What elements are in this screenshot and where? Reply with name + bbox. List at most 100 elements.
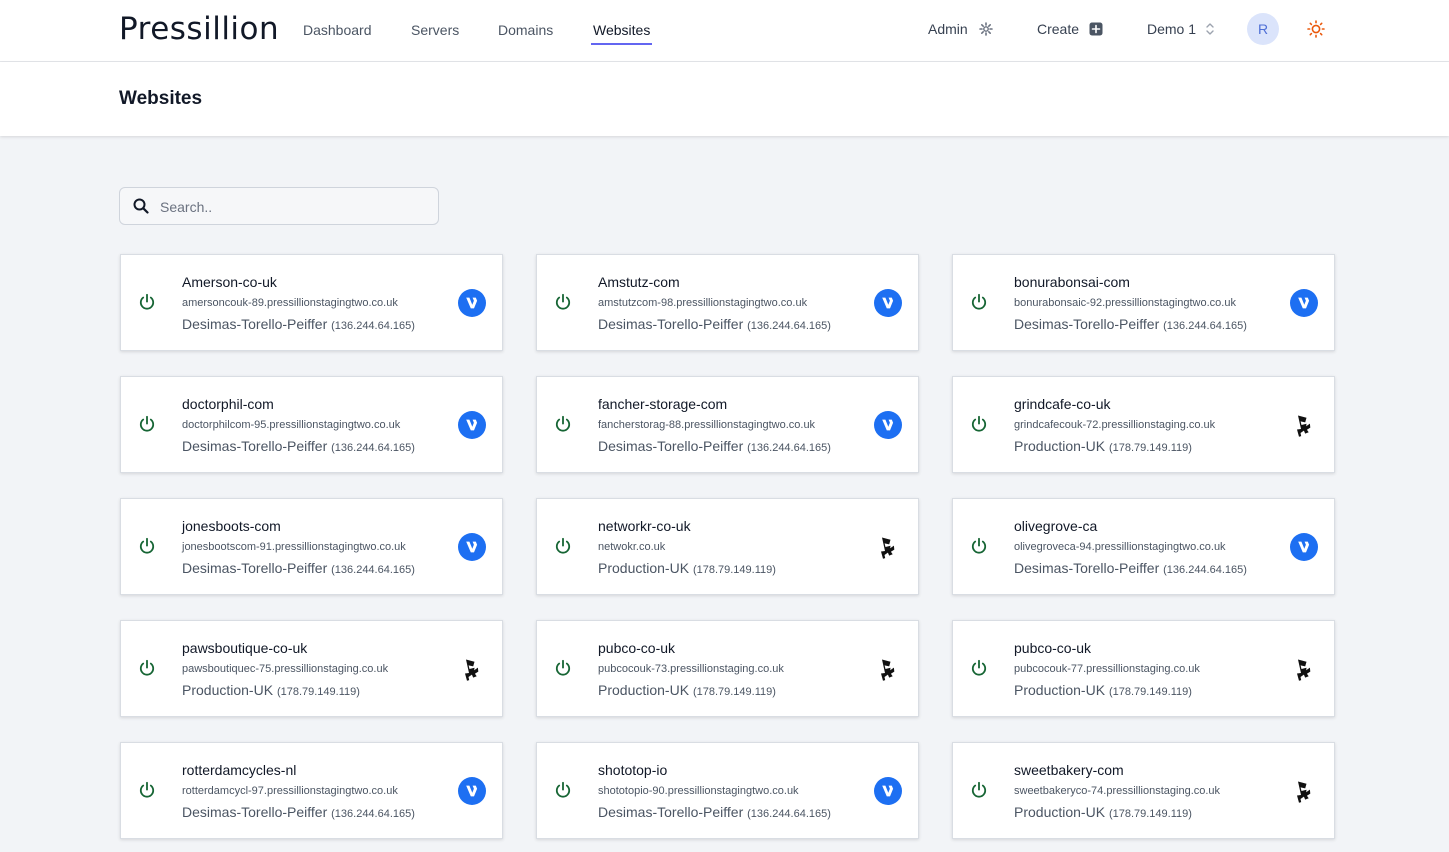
server-ip: (136.244.64.165) [331, 564, 415, 576]
server-ip: (136.244.64.165) [331, 320, 415, 332]
website-name[interactable]: pubco-co-uk [1014, 640, 1091, 656]
website-name[interactable]: doctorphil-com [182, 396, 274, 412]
website-card[interactable]: doctorphil-com doctorphilcom-95.pressilli… [120, 376, 503, 473]
website-name[interactable]: shototop-io [598, 762, 667, 778]
website-url: bonurabonsaic-92.pressillionstagingtwo.c… [1014, 297, 1236, 309]
website-name[interactable]: jonesboots-com [182, 518, 281, 534]
website-card[interactable]: networkr-co-uk netwokr.co.uk Production-UK… [536, 498, 919, 595]
power-icon[interactable] [138, 659, 156, 682]
server-info: Desimas-Torello-Peiffer (136.244.64.165) [598, 316, 831, 332]
website-name[interactable]: networkr-co-uk [598, 518, 691, 534]
website-name[interactable]: rotterdamcycles-nl [182, 762, 296, 778]
power-icon[interactable] [554, 659, 572, 682]
power-icon[interactable] [970, 659, 988, 682]
power-icon[interactable] [970, 537, 988, 560]
admin-menu[interactable]: Admin [928, 21, 968, 37]
power-icon[interactable] [138, 293, 156, 316]
vultr-icon [874, 411, 902, 444]
linode-icon [1290, 411, 1318, 444]
power-icon[interactable] [554, 293, 572, 316]
website-name[interactable]: sweetbakery-com [1014, 762, 1124, 778]
website-card[interactable]: olivegrove-ca olivegroveca-94.pressillion… [952, 498, 1335, 595]
server-ip: (136.244.64.165) [747, 808, 831, 820]
website-card[interactable]: shototop-io shototopio-90.pressillionstag… [536, 742, 919, 839]
sun-icon[interactable] [1307, 20, 1325, 43]
website-name[interactable]: olivegrove-ca [1014, 518, 1097, 534]
website-name[interactable]: Amerson-co-uk [182, 274, 277, 290]
plus-square-icon [1089, 22, 1103, 41]
user-avatar[interactable]: R [1247, 13, 1279, 45]
website-url: jonesbootscom-91.pressillionstagingtwo.c… [182, 541, 406, 553]
website-name[interactable]: fancher-storage-com [598, 396, 727, 412]
website-name[interactable]: pubco-co-uk [598, 640, 675, 656]
search-input[interactable] [160, 197, 420, 217]
website-card[interactable]: sweetbakery-com sweetbakeryco-74.pressill… [952, 742, 1335, 839]
website-url: pubcocouk-73.pressillionstaging.co.uk [598, 663, 784, 675]
server-info: Desimas-Torello-Peiffer (136.244.64.165) [182, 804, 415, 820]
power-icon[interactable] [138, 415, 156, 438]
website-url: grindcafecouk-72.pressillionstaging.co.u… [1014, 419, 1216, 431]
power-icon[interactable] [970, 781, 988, 804]
website-card[interactable]: Amstutz-com amstutzcom-98.pressillionstag… [536, 254, 919, 351]
server-ip: (178.79.149.119) [1108, 442, 1192, 454]
vultr-icon [874, 777, 902, 810]
team-switcher[interactable]: Demo 1 [1147, 21, 1196, 37]
power-icon[interactable] [554, 415, 572, 438]
power-icon[interactable] [970, 293, 988, 316]
website-card[interactable]: pubco-co-uk pubcocouk-77.pressillionstagi… [952, 620, 1335, 717]
website-url: shototopio-90.pressillionstagingtwo.co.u… [598, 785, 799, 797]
power-icon[interactable] [554, 781, 572, 804]
server-info: Desimas-Torello-Peiffer (136.244.64.165) [182, 438, 415, 454]
server-name: Production-UK [1014, 438, 1106, 454]
server-ip: (136.244.64.165) [331, 442, 415, 454]
brand-logo[interactable]: Pressillion [119, 11, 279, 47]
website-card[interactable]: grindcafe-co-uk grindcafecouk-72.pressill… [952, 376, 1335, 473]
server-name: Desimas-Torello-Peiffer [182, 560, 328, 576]
website-card[interactable]: bonurabonsai-com bonurabonsaic-92.pressil… [952, 254, 1335, 351]
website-card[interactable]: pawsboutique-co-uk pawsboutiquec-75.press… [120, 620, 503, 717]
nav-dashboard[interactable]: Dashboard [303, 22, 372, 38]
server-ip: (178.79.149.119) [692, 686, 776, 698]
server-name: Production-UK [1014, 804, 1106, 820]
server-ip: (178.79.149.119) [1108, 808, 1192, 820]
server-ip: (178.79.149.119) [692, 564, 776, 576]
server-ip: (136.244.64.165) [747, 320, 831, 332]
website-card[interactable]: pubco-co-uk pubcocouk-73.pressillionstagi… [536, 620, 919, 717]
website-name[interactable]: grindcafe-co-uk [1014, 396, 1111, 412]
vultr-icon [458, 777, 486, 810]
website-name[interactable]: bonurabonsai-com [1014, 274, 1130, 290]
power-icon[interactable] [138, 781, 156, 804]
vultr-icon [458, 289, 486, 322]
website-name[interactable]: Amstutz-com [598, 274, 680, 290]
website-card[interactable]: jonesboots-com jonesbootscom-91.pressilli… [120, 498, 503, 595]
website-card[interactable]: Amerson-co-uk amersoncouk-89.pressillions… [120, 254, 503, 351]
create-menu[interactable]: Create [1037, 21, 1079, 37]
power-icon[interactable] [970, 415, 988, 438]
server-name: Desimas-Torello-Peiffer [1014, 316, 1160, 332]
server-name: Desimas-Torello-Peiffer [182, 438, 328, 454]
server-ip: (178.79.149.119) [1108, 686, 1192, 698]
linode-icon [874, 655, 902, 688]
server-info: Production-UK (178.79.149.119) [598, 560, 776, 576]
website-name[interactable]: pawsboutique-co-uk [182, 640, 307, 656]
nav-websites[interactable]: Websites [590, 22, 653, 45]
server-info: Production-UK (178.79.149.119) [1014, 804, 1192, 820]
power-icon[interactable] [138, 537, 156, 560]
power-icon[interactable] [554, 537, 572, 560]
search-icon [133, 198, 149, 219]
server-info: Desimas-Torello-Peiffer (136.244.64.165) [598, 438, 831, 454]
website-card[interactable]: rotterdamcycles-nl rotterdamcycl-97.press… [120, 742, 503, 839]
server-info: Desimas-Torello-Peiffer (136.244.64.165) [598, 804, 831, 820]
website-card[interactable]: fancher-storage-com fancherstorag-88.pres… [536, 376, 919, 473]
server-name: Desimas-Torello-Peiffer [182, 316, 328, 332]
server-info: Production-UK (178.79.149.119) [1014, 682, 1192, 698]
vultr-icon [1290, 289, 1318, 322]
vultr-icon [458, 533, 486, 566]
vultr-icon [458, 411, 486, 444]
linode-icon [458, 655, 486, 688]
website-url: sweetbakeryco-74.pressillionstaging.co.u… [1014, 785, 1221, 797]
nav-servers[interactable]: Servers [411, 22, 459, 38]
server-ip: (136.244.64.165) [747, 442, 831, 454]
nav-domains[interactable]: Domains [498, 22, 553, 38]
server-name: Desimas-Torello-Peiffer [598, 316, 744, 332]
